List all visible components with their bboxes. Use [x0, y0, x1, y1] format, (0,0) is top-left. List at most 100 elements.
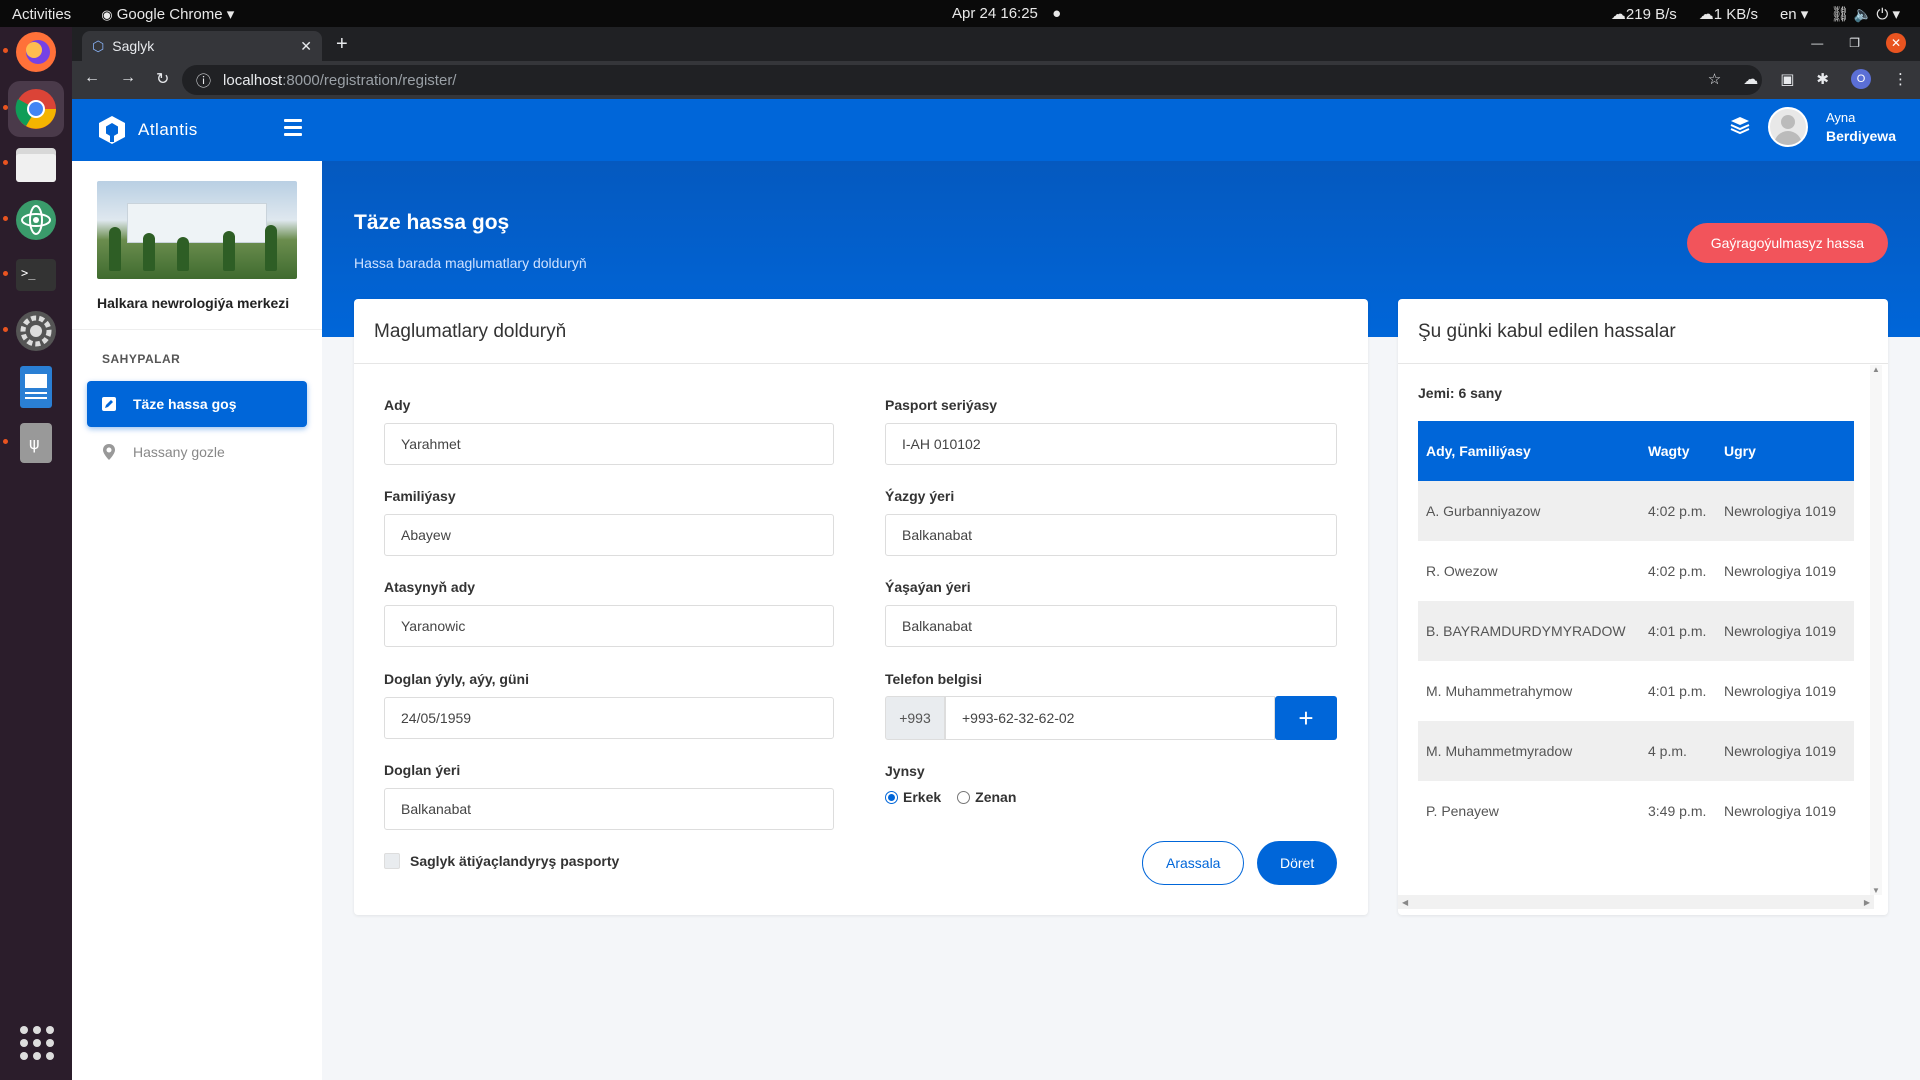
- cell-name: B. BAYRAMDURDYMYRADOW: [1418, 601, 1640, 661]
- phone-field[interactable]: [945, 696, 1275, 740]
- writer-launcher[interactable]: [8, 359, 64, 415]
- page-subtitle: Hassa barada maglumatlary dolduryň: [354, 255, 587, 271]
- horizontal-scrollbar[interactable]: ◀ ▶: [1398, 895, 1874, 909]
- clear-button[interactable]: Arassala: [1142, 841, 1245, 885]
- scroll-left-icon[interactable]: ◀: [1402, 898, 1408, 907]
- cloud-down-icon: ☁: [1610, 6, 1626, 23]
- terminal-launcher[interactable]: >_: [8, 247, 64, 303]
- cell-time: 3:49 p.m.: [1648, 803, 1707, 819]
- browser-tab[interactable]: ⬡ Saglyk ✕: [82, 31, 322, 61]
- column-header-name[interactable]: Ady, Familiýasy: [1418, 421, 1640, 481]
- first-name-field[interactable]: [384, 423, 834, 465]
- birth-date-field[interactable]: [384, 697, 834, 739]
- scroll-right-icon[interactable]: ▶: [1864, 898, 1870, 907]
- cell-name: M. Muhammetrahymow: [1426, 683, 1573, 699]
- phone-prefix: +993: [885, 696, 945, 740]
- usb-drive-icon: ψ: [20, 423, 52, 463]
- minimize-icon[interactable]: —: [1811, 36, 1823, 50]
- show-apps-button[interactable]: [20, 1026, 54, 1060]
- card-title: Maglumatlary dolduryň: [374, 321, 567, 342]
- close-tab-icon[interactable]: ✕: [300, 38, 312, 55]
- user-avatar[interactable]: [1767, 107, 1808, 147]
- insurance-checkbox-row[interactable]: Saglyk ätiýaçlandyryş pasporty: [384, 853, 619, 869]
- column-header-department[interactable]: Ugry: [1716, 421, 1854, 481]
- vertical-scrollbar[interactable]: ▲ ▼: [1870, 365, 1882, 895]
- cell-department: Newrologiya 1019: [1716, 721, 1854, 781]
- table-row[interactable]: M. Muhammetrahymow 4:01 p.m. Newrologiya…: [1418, 661, 1854, 721]
- living-place-field[interactable]: [885, 605, 1337, 647]
- extension-screen-icon[interactable]: ▣: [1780, 70, 1794, 88]
- edit-icon: [101, 396, 117, 412]
- divider: [72, 329, 322, 330]
- passport-field[interactable]: [885, 423, 1337, 465]
- atom-launcher[interactable]: [8, 192, 64, 248]
- profile-avatar[interactable]: O: [1851, 69, 1871, 89]
- cell-time: 4:02 p.m.: [1648, 563, 1707, 579]
- settings-launcher[interactable]: [8, 303, 64, 359]
- language-selector[interactable]: en ▾: [1780, 5, 1808, 23]
- forward-icon[interactable]: →: [120, 69, 136, 89]
- firefox-icon: [16, 32, 56, 72]
- registered-place-field[interactable]: [885, 514, 1337, 556]
- site-info-icon[interactable]: ⓘ: [196, 70, 211, 91]
- scroll-up-icon[interactable]: ▲: [1870, 365, 1882, 374]
- back-icon[interactable]: ←: [84, 69, 100, 89]
- close-window-icon[interactable]: ✕: [1886, 33, 1906, 53]
- chrome-menu-icon[interactable]: ⋮: [1893, 70, 1908, 88]
- patients-total: Jemi: 6 sany: [1418, 385, 1503, 401]
- clock[interactable]: Apr 24 16:25: [952, 5, 1038, 22]
- address-bar[interactable]: ⓘ localhost:8000/registration/register/: [182, 65, 1762, 95]
- last-name-field[interactable]: [384, 514, 834, 556]
- sidebar-item-new-patient[interactable]: Täze hassa goş: [87, 381, 307, 427]
- extensions-puzzle-icon[interactable]: ✱: [1816, 70, 1829, 88]
- bookmark-star-icon[interactable]: ☆: [1708, 70, 1721, 88]
- files-launcher[interactable]: [8, 136, 64, 192]
- table-row[interactable]: R. Owezow 4:02 p.m. Newrologiya 1019: [1418, 541, 1854, 601]
- cell-time: 4:01 p.m.: [1648, 683, 1707, 699]
- reload-icon[interactable]: ↻: [156, 69, 169, 89]
- scroll-down-icon[interactable]: ▼: [1870, 886, 1882, 895]
- cell-time: 4 p.m.: [1640, 721, 1716, 781]
- create-button[interactable]: Döret: [1257, 841, 1338, 885]
- brand-name: Atlantis: [138, 120, 198, 139]
- gender-radio-group: Erkek Zenan: [885, 789, 1016, 805]
- gender-male-radio[interactable]: Erkek: [885, 789, 941, 805]
- firefox-launcher[interactable]: [8, 24, 64, 80]
- column-header-time[interactable]: Wagty: [1640, 421, 1716, 481]
- user-name[interactable]: Ayna Berdiyewa: [1826, 109, 1896, 145]
- table-row[interactable]: M. Muhammetmyradow 4 p.m. Newrologiya 10…: [1418, 721, 1854, 781]
- net-download-label: 219 B/s: [1625, 6, 1677, 23]
- table-row[interactable]: A. Gurbanniyazow 4:02 p.m. Newrologiya 1…: [1418, 481, 1854, 541]
- layers-icon[interactable]: [1730, 115, 1750, 140]
- emergency-patient-button[interactable]: Gaýragoýulmasyz hassa: [1686, 223, 1888, 263]
- activities-button[interactable]: Activities: [12, 6, 71, 23]
- usb-launcher[interactable]: ψ: [8, 415, 64, 471]
- cell-time: 4:02 p.m.: [1640, 481, 1716, 541]
- table-row[interactable]: P. Penayew 3:49 p.m. Newrologiya 1019: [1418, 781, 1854, 841]
- network-icon: ⛓: [1830, 6, 1850, 23]
- birth-place-field[interactable]: [384, 788, 834, 830]
- birth-place-label: Doglan ýeri: [384, 762, 461, 778]
- new-tab-button[interactable]: +: [336, 33, 348, 56]
- sidebar-item-label: Hassany gozle: [133, 444, 225, 460]
- hamburger-menu-icon[interactable]: [284, 119, 302, 140]
- insurance-checkbox-label: Saglyk ätiýaçlandyryş pasporty: [410, 853, 620, 869]
- insurance-checkbox[interactable]: [384, 853, 400, 869]
- add-phone-button[interactable]: +: [1275, 696, 1337, 740]
- terminal-icon: >_: [16, 259, 56, 291]
- sidebar-item-search-patient[interactable]: Hassany gozle: [87, 429, 307, 475]
- father-name-field[interactable]: [384, 605, 834, 647]
- gender-female-label: Zenan: [975, 789, 1017, 805]
- extension-cloud-icon[interactable]: ☁: [1743, 70, 1758, 88]
- sidebar-heading: SAHYPALAR: [102, 352, 181, 366]
- top-header: Ayna Berdiyewa: [322, 99, 1920, 161]
- gender-female-radio[interactable]: Zenan: [957, 789, 1016, 805]
- cell-department: Newrologiya 1019: [1724, 683, 1837, 699]
- app-menu[interactable]: ◉ Google Chrome ▾: [101, 5, 234, 23]
- tab-title: Saglyk: [112, 38, 155, 54]
- maximize-icon[interactable]: ❐: [1849, 36, 1860, 50]
- language-label: en: [1779, 6, 1797, 23]
- system-menu[interactable]: ⛓ 🔈 ⏻ ▾: [1830, 5, 1900, 23]
- chrome-launcher[interactable]: [8, 81, 64, 137]
- table-row[interactable]: B. BAYRAMDURDYMYRADOW 4:01 p.m. Newrolog…: [1418, 601, 1854, 661]
